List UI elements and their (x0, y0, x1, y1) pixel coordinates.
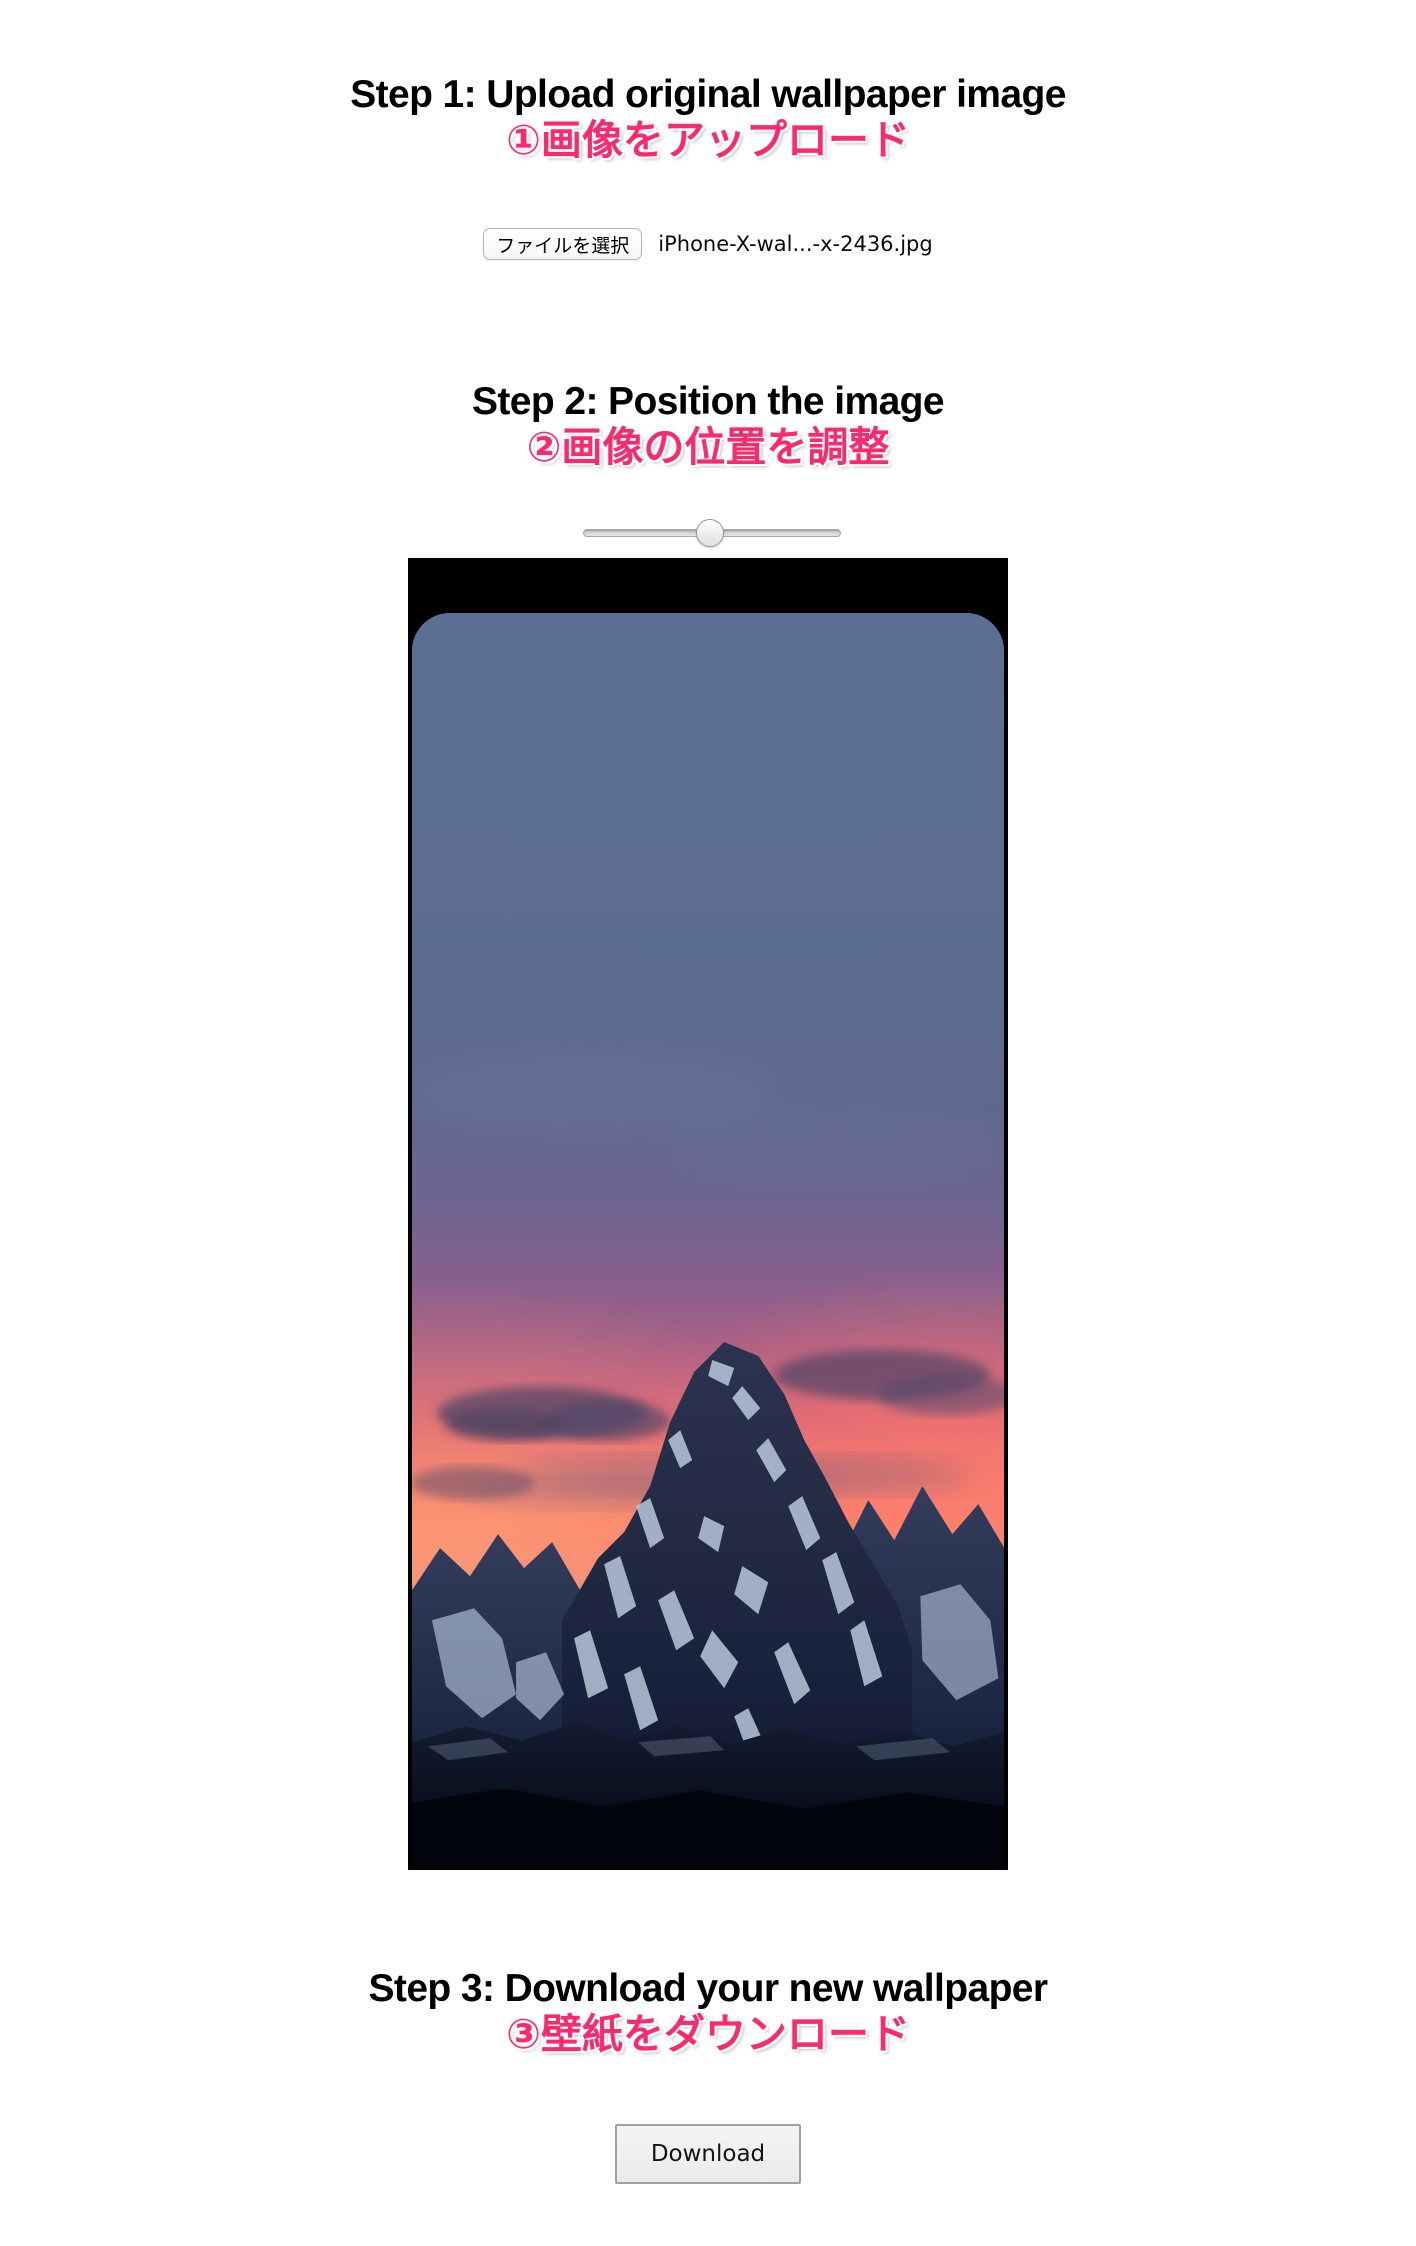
step-1-heading-en: Step 1: Upload original wallpaper image (350, 73, 1066, 116)
position-slider[interactable] (583, 519, 841, 547)
step-2-heading-en: Step 2: Position the image (472, 380, 945, 423)
step-3-heading-block: Step 3: Download your new wallpaper ③壁紙を… (0, 1967, 1416, 2058)
selected-file-name: iPhone-X-wal...-x-2436.jpg (658, 232, 933, 256)
file-upload-row: ファイルを選択 iPhone-X-wal...-x-2436.jpg (0, 228, 1416, 260)
wallpaper-mountains-layer (412, 1341, 1004, 1866)
download-button[interactable]: Download (615, 2124, 801, 2184)
step-2-heading-jp: ②画像の位置を調整 (526, 424, 890, 471)
step-1-heading-block: Step 1: Upload original wallpaper image … (0, 73, 1416, 164)
step-3-heading-jp: ③壁紙をダウンロード (506, 2011, 910, 2058)
wallpaper-tool-page: Step 1: Upload original wallpaper image … (0, 0, 1416, 2246)
wallpaper-preview-frame[interactable] (408, 558, 1008, 1870)
step-3-heading-en: Step 3: Download your new wallpaper (368, 1967, 1049, 2010)
wallpaper-preview-screen[interactable] (412, 613, 1004, 1866)
download-row: Download (0, 2124, 1416, 2184)
choose-file-button[interactable]: ファイルを選択 (483, 228, 643, 260)
step-2-heading-block: Step 2: Position the image ②画像の位置を調整 (0, 380, 1416, 471)
position-slider-thumb[interactable] (696, 519, 724, 547)
step-1-heading-jp: ①画像をアップロード (506, 117, 910, 164)
